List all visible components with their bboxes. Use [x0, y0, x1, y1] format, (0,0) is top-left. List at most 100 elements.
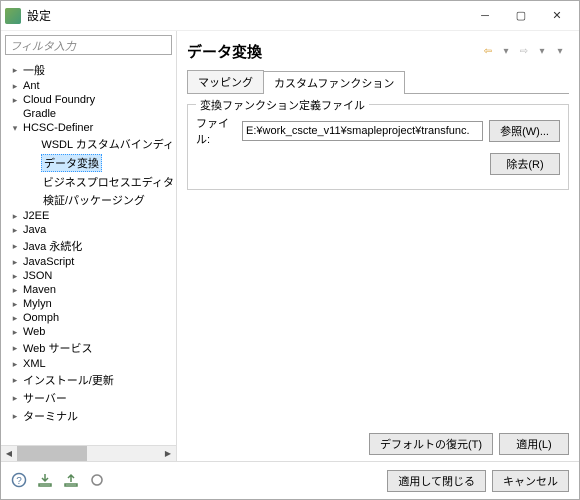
- chevron-icon[interactable]: ▸: [9, 80, 21, 92]
- chevron-icon[interactable]: ▸: [9, 256, 21, 268]
- tree-item[interactable]: ▸Oomph: [1, 311, 176, 325]
- chevron-icon[interactable]: ▸: [9, 284, 21, 296]
- close-button[interactable]: ✕: [539, 4, 575, 28]
- tree-item[interactable]: Gradle: [1, 107, 176, 121]
- help-icon[interactable]: ?: [11, 472, 29, 490]
- chevron-icon[interactable]: ▸: [9, 358, 21, 370]
- tree-item-label: Maven: [21, 284, 58, 296]
- restore-defaults-button[interactable]: デフォルトの復元(T): [369, 433, 493, 455]
- maximize-button[interactable]: ▢: [503, 4, 539, 28]
- tree-item-label: 一般: [21, 62, 47, 78]
- tree-item[interactable]: ▸Mylyn: [1, 297, 176, 311]
- tree-item-label: Ant: [21, 80, 42, 92]
- group-legend: 変換ファンクション定義ファイル: [196, 97, 369, 113]
- tree-item[interactable]: ▸Ant: [1, 79, 176, 93]
- tree-item[interactable]: ▾HCSC-Definer: [1, 121, 176, 135]
- tree-item-label: Gradle: [21, 108, 58, 120]
- tree-item[interactable]: ▸一般: [1, 61, 176, 79]
- tree-item[interactable]: 検証/パッケージング: [1, 191, 176, 209]
- tree-item[interactable]: データ変換: [1, 153, 176, 173]
- import-icon[interactable]: [37, 472, 55, 490]
- tabs: マッピング カスタムファンクション: [187, 70, 569, 94]
- tree-item[interactable]: ▸XML: [1, 357, 176, 371]
- page-title: データ変換: [187, 41, 479, 62]
- forward-icon[interactable]: ⇨: [516, 44, 532, 60]
- refresh-icon[interactable]: [89, 472, 107, 490]
- tree-item[interactable]: ▸Java 永続化: [1, 237, 176, 255]
- scroll-right-icon[interactable]: ▶: [160, 446, 176, 462]
- tree-item-label: Java 永続化: [21, 238, 84, 254]
- tree-item-label: Web: [21, 326, 47, 338]
- apply-button[interactable]: 適用(L): [499, 433, 569, 455]
- tree-item[interactable]: ビジネスプロセスエディタ: [1, 173, 176, 191]
- tree-item-label: JSON: [21, 270, 54, 282]
- tree-item[interactable]: ▸J2EE: [1, 209, 176, 223]
- tree-item[interactable]: ▸ターミナル: [1, 407, 176, 425]
- tree-item[interactable]: ▸Web サービス: [1, 339, 176, 357]
- chevron-icon[interactable]: ▸: [9, 210, 21, 222]
- chevron-icon[interactable]: ▸: [9, 224, 21, 236]
- tree-item-label: Mylyn: [21, 298, 54, 310]
- back-icon[interactable]: ⇦: [480, 44, 496, 60]
- chevron-icon[interactable]: ▸: [9, 392, 21, 404]
- tab-custom-function[interactable]: カスタムファンクション: [263, 71, 405, 94]
- tree-item-label: HCSC-Definer: [21, 122, 95, 134]
- app-icon: [5, 8, 21, 24]
- chevron-icon[interactable]: ▸: [9, 410, 21, 422]
- tree-item[interactable]: ▸Cloud Foundry: [1, 93, 176, 107]
- function-definition-group: 変換ファンクション定義ファイル ファイル: 参照(W)... 除去(R): [187, 104, 569, 190]
- tree-item[interactable]: ▸サーバー: [1, 389, 176, 407]
- chevron-icon[interactable]: ▸: [9, 64, 21, 76]
- tree-item-label: WSDL カスタムバインディ: [39, 136, 176, 152]
- browse-button[interactable]: 参照(W)...: [489, 120, 560, 142]
- toolbar-menu-icon[interactable]: ▾: [552, 44, 568, 60]
- tree-item[interactable]: WSDL カスタムバインディ: [1, 135, 176, 153]
- tree-item[interactable]: ▸Java: [1, 223, 176, 237]
- chevron-icon[interactable]: ▸: [9, 94, 21, 106]
- footer: ? 適用して閉じる キャンセル: [1, 461, 579, 499]
- tree-item-label: インストール/更新: [21, 372, 116, 388]
- chevron-icon[interactable]: [29, 176, 41, 188]
- cancel-button[interactable]: キャンセル: [492, 470, 569, 492]
- tree-item-label: データ変換: [41, 154, 102, 172]
- tab-mapping[interactable]: マッピング: [187, 70, 264, 93]
- file-path-input[interactable]: [242, 121, 483, 141]
- tree-item[interactable]: ▸インストール/更新: [1, 371, 176, 389]
- tree-item-label: J2EE: [21, 210, 51, 222]
- chevron-icon[interactable]: ▾: [9, 122, 21, 134]
- remove-button[interactable]: 除去(R): [490, 153, 560, 175]
- chevron-icon[interactable]: ▸: [9, 312, 21, 324]
- file-label: ファイル:: [196, 115, 242, 147]
- chevron-icon[interactable]: ▸: [9, 240, 21, 252]
- chevron-icon[interactable]: ▸: [9, 326, 21, 338]
- chevron-icon[interactable]: ▸: [9, 298, 21, 310]
- minimize-button[interactable]: ─: [467, 4, 503, 28]
- titlebar: 設定 ─ ▢ ✕: [1, 1, 579, 31]
- back-menu-icon[interactable]: ▾: [498, 44, 514, 60]
- forward-menu-icon[interactable]: ▾: [534, 44, 550, 60]
- preferences-tree[interactable]: ▸一般▸Ant▸Cloud FoundryGradle▾HCSC-Definer…: [1, 59, 176, 445]
- tree-item-label: XML: [21, 358, 48, 370]
- tree-item[interactable]: ▸Web: [1, 325, 176, 339]
- tree-item-label: Web サービス: [21, 340, 94, 356]
- chevron-icon[interactable]: ▸: [9, 270, 21, 282]
- tree-item-label: Java: [21, 224, 48, 236]
- filter-input[interactable]: フィルタ入力: [5, 35, 172, 55]
- tree-item[interactable]: ▸Maven: [1, 283, 176, 297]
- sidebar: フィルタ入力 ▸一般▸Ant▸Cloud FoundryGradle▾HCSC-…: [1, 31, 177, 461]
- chevron-icon[interactable]: [29, 194, 41, 206]
- window-title: 設定: [27, 7, 467, 24]
- chevron-icon[interactable]: ▸: [9, 342, 21, 354]
- tree-item[interactable]: ▸JSON: [1, 269, 176, 283]
- chevron-icon[interactable]: [29, 157, 41, 169]
- chevron-icon[interactable]: [9, 108, 21, 120]
- scroll-left-icon[interactable]: ◀: [1, 446, 17, 462]
- export-icon[interactable]: [63, 472, 81, 490]
- chevron-icon[interactable]: [29, 138, 39, 150]
- apply-and-close-button[interactable]: 適用して閉じる: [387, 470, 486, 492]
- tree-item[interactable]: ▸JavaScript: [1, 255, 176, 269]
- chevron-icon[interactable]: ▸: [9, 374, 21, 386]
- horizontal-scrollbar[interactable]: ◀ ▶: [1, 445, 176, 461]
- svg-text:?: ?: [16, 476, 22, 487]
- scroll-thumb[interactable]: [17, 446, 87, 461]
